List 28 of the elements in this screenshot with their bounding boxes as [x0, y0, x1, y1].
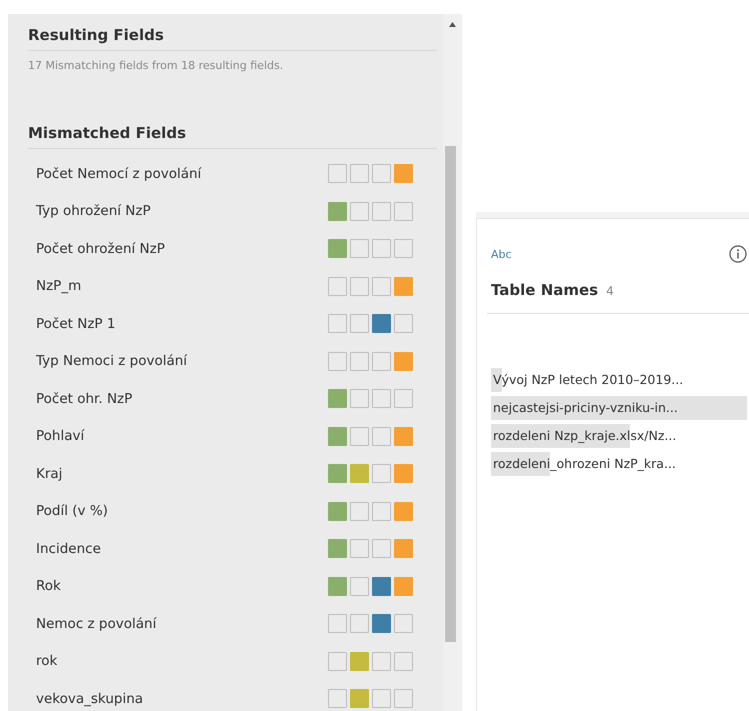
field-name: vekova_skupina	[36, 690, 144, 707]
scroll-thumb[interactable]	[445, 146, 456, 642]
field-name: rok	[36, 653, 58, 670]
field-name: Podíl (v %)	[36, 503, 108, 520]
scrollbar[interactable]	[443, 14, 462, 711]
field-name: Typ Nemoci z povolání	[36, 353, 188, 370]
card-title: Table Names	[491, 281, 598, 299]
summary-text: 17 Mismatching fields from 18 resulting fields.	[28, 59, 284, 72]
field-name: Rok	[36, 578, 61, 594]
field-name: Pohlaví	[36, 428, 84, 444]
field-name: Incidence	[36, 540, 101, 557]
scroll-up-icon[interactable]	[449, 22, 456, 27]
value-count: 4	[606, 284, 614, 298]
section-heading: Mismatched Fields	[28, 124, 437, 149]
field-name: Typ ohrožení NzP	[36, 203, 151, 220]
field-name: NzP_m	[36, 278, 82, 294]
field-name: Počet NzP 1	[36, 316, 116, 332]
field-name: Počet ohr. NzP	[36, 390, 132, 407]
info-icon[interactable]	[729, 245, 747, 263]
field-name: Nemoc z povolání	[36, 616, 156, 632]
type-label: Abc	[491, 248, 512, 260]
table-name[interactable]: Vývoj NzP letech 2010–2019...	[491, 368, 688, 392]
field-name: Počet ohrožení NzP	[36, 240, 165, 257]
table-name[interactable]: nejcastejsi-priciny-vzniku-in...	[491, 396, 747, 420]
table-name[interactable]: rozdeleni_ohrozeni NzP_kra...	[491, 452, 680, 476]
section-heading: Resulting Fields	[28, 26, 437, 51]
field-name: Počet Nemocí z povolání	[36, 166, 202, 182]
field-name: Kraj	[36, 466, 62, 482]
